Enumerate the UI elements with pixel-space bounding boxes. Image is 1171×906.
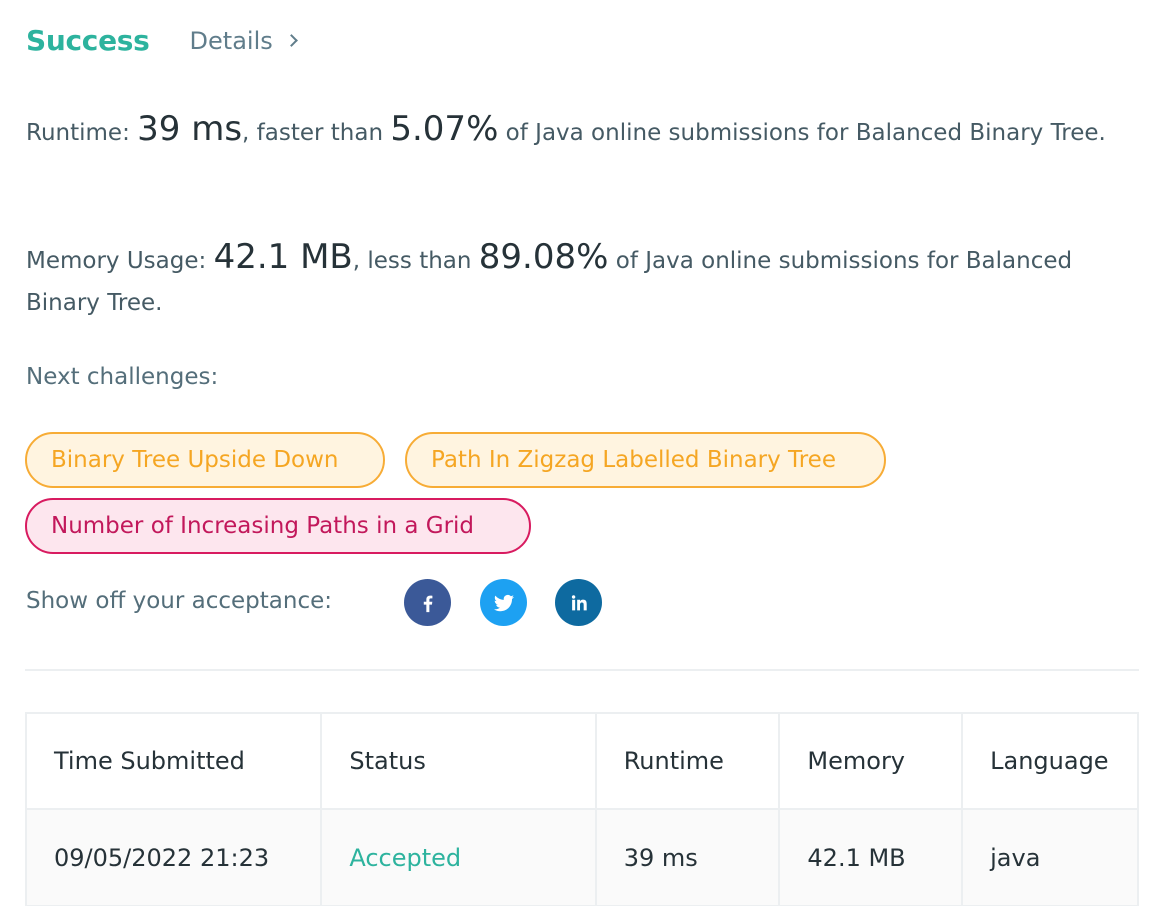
facebook-icon[interactable] [404, 579, 451, 626]
memory-comparison: , less than [352, 248, 479, 274]
memory-label: Memory Usage: [26, 248, 214, 274]
details-label: Details [189, 26, 273, 55]
challenge-increasing-paths[interactable]: Number of Increasing Paths in a Grid [25, 498, 531, 554]
cell-language: java [961, 808, 1139, 906]
table-header-row: Time Submitted Status Runtime Memory Lan… [24, 712, 1139, 810]
cell-time-submitted: 09/05/2022 21:23 [24, 808, 323, 906]
linkedin-icon[interactable] [555, 579, 602, 626]
runtime-summary: Runtime: 39 ms, faster than 5.07% of Jav… [26, 108, 1146, 154]
memory-percent: 89.08% [478, 237, 609, 277]
twitter-icon[interactable] [480, 579, 527, 626]
column-header-language: Language [961, 712, 1139, 810]
next-challenges-label: Next challenges: [26, 364, 219, 390]
column-header-memory: Memory [778, 712, 964, 810]
share-label: Show off your acceptance: [26, 588, 332, 614]
runtime-value: 39 ms [137, 109, 243, 149]
status-title: Success [26, 24, 150, 57]
cell-runtime: 39 ms [594, 808, 781, 906]
chevron-right-icon [284, 34, 298, 47]
column-header-time-submitted: Time Submitted [24, 712, 323, 810]
submissions-table: Time Submitted Status Runtime Memory Lan… [24, 712, 1139, 906]
memory-value: 42.1 MB [213, 237, 353, 277]
runtime-comparison: , faster than [242, 120, 391, 146]
runtime-suffix: of Java online submissions for Balanced … [498, 120, 1106, 146]
challenge-binary-tree-upside-down[interactable]: Binary Tree Upside Down [25, 432, 385, 488]
cell-status-link[interactable]: Accepted [320, 808, 597, 906]
table-row: 09/05/2022 21:23 Accepted 39 ms 42.1 MB … [24, 808, 1139, 906]
challenge-path-in-zigzag[interactable]: Path In Zigzag Labelled Binary Tree [405, 432, 886, 488]
result-header: Success Details [26, 24, 298, 57]
details-link[interactable]: Details [189, 26, 298, 55]
divider [25, 669, 1139, 671]
memory-summary: Memory Usage: 42.1 MB, less than 89.08% … [26, 236, 1146, 324]
runtime-percent: 5.07% [390, 109, 499, 149]
runtime-label: Runtime: [26, 120, 138, 146]
column-header-status: Status [320, 712, 597, 810]
cell-memory: 42.1 MB [778, 808, 964, 906]
column-header-runtime: Runtime [594, 712, 781, 810]
